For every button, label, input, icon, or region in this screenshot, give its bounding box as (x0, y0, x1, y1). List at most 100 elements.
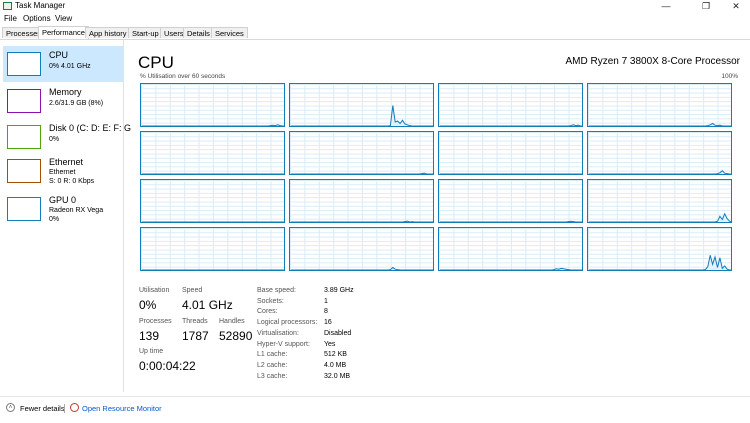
core-usage-line (589, 212, 733, 223)
sidebar-item-subtitle: Ethernet (49, 169, 76, 176)
sidebar-item-subtitle: 0% (49, 136, 60, 143)
uptime-value: 0:00:04:22 (139, 359, 196, 373)
restore-button[interactable]: ❐ (692, 0, 720, 13)
threads-value: 1787 (182, 329, 209, 343)
core-usage-line (291, 105, 434, 127)
close-button[interactable]: ✕ (722, 0, 750, 13)
spec-label: Virtualisation: (257, 329, 299, 337)
core-graph-2 (438, 83, 583, 127)
sidebar-item-disk[interactable]: Disk 0 (C: D: E: F: G 0% (3, 119, 131, 155)
sidebar-item-memory[interactable]: Memory 2.6/31.9 GB (8%) (3, 83, 123, 119)
resource-monitor-icon (70, 403, 79, 412)
core-graph-4 (140, 131, 285, 175)
spec-value: 512 KB (324, 351, 347, 359)
utilisation-value: 0% (139, 298, 157, 312)
core-graph-11 (587, 179, 733, 223)
spec-value: 4.0 MB (324, 361, 347, 369)
performance-sidebar: CPU 0% 4.01 GHz Memory 2.6/31.9 GB (8%) … (0, 40, 131, 392)
chevron-up-icon[interactable]: ˄ (6, 403, 15, 412)
core-usage-line (291, 172, 434, 175)
title-bar: Task Manager — ❐ ✕ (0, 0, 750, 13)
sidebar-item-title: GPU 0 (49, 195, 77, 205)
spec-label: Hyper-V support: (257, 340, 310, 348)
sidebar-item-title: CPU (49, 50, 69, 60)
core-graph-3 (587, 83, 732, 127)
sidebar-item-title: Disk 0 (C: D: E: F: G (49, 123, 132, 133)
menu-options[interactable]: Options (23, 14, 51, 23)
spec-value: 16 (324, 319, 332, 327)
core-graph-9 (289, 179, 434, 223)
core-graph-14 (438, 227, 583, 271)
cpu-detail-panel: CPU AMD Ryzen 7 3800X 8-Core Processor %… (124, 40, 750, 392)
spec-value: Yes (324, 340, 336, 348)
sidebar-item-title: Ethernet (49, 157, 84, 167)
core-graph-0 (140, 83, 285, 127)
utilisation-graph-max: 100% (721, 73, 738, 80)
core-usage-line (589, 170, 732, 175)
tab-performance[interactable]: Performance (38, 26, 89, 39)
core-usage-line (142, 124, 285, 127)
spec-value: Disabled (324, 329, 352, 337)
speed-label: Speed (182, 287, 203, 294)
uptime-label: Up time (139, 348, 164, 355)
gpu-mini-graph (7, 197, 41, 221)
core-graph-7 (587, 131, 732, 175)
handles-value: 52890 (219, 329, 253, 343)
utilisation-label: Utilisation (139, 287, 170, 294)
spec-label: Sockets: (257, 297, 284, 305)
sidebar-item-subtitle: 0% 4.01 GHz (49, 63, 91, 70)
core-graph-5 (289, 131, 434, 175)
core-usage-line (440, 220, 583, 223)
disk-mini-graph (7, 125, 41, 149)
memory-mini-graph (7, 89, 41, 113)
core-usage-line (291, 266, 434, 271)
core-usage-area (589, 213, 732, 222)
speed-value: 4.01 GHz (182, 298, 233, 312)
threads-label: Threads (182, 318, 208, 325)
spec-value: 3.89 GHz (324, 287, 354, 294)
fewer-details-link[interactable]: Fewer details (20, 404, 65, 413)
spec-label: L2 cache: (257, 361, 288, 369)
processes-value: 139 (139, 329, 160, 343)
spec-value: 32.0 MB (324, 372, 351, 380)
footer-bar: ˄ Fewer details Open Resource Monitor (0, 396, 750, 423)
processes-label: Processes (139, 318, 172, 325)
open-resource-monitor-link[interactable]: Open Resource Monitor (82, 404, 162, 413)
sidebar-item-gpu[interactable]: GPU 0 Radeon RX Vega 0% (3, 191, 123, 227)
processor-name: AMD Ryzen 7 3800X 8-Core Processor (565, 56, 740, 67)
utilisation-graph-label: % Utilisation over 60 seconds (140, 73, 226, 80)
spec-value: 1 (324, 297, 328, 305)
core-graph-1 (289, 83, 434, 127)
core-graph-15 (587, 227, 732, 271)
core-graph-10 (438, 179, 583, 223)
core-graph-12 (140, 227, 285, 271)
minimize-button[interactable]: — (652, 0, 680, 13)
sidebar-item-usage: 0% (49, 216, 60, 223)
sidebar-item-title: Memory (49, 87, 82, 97)
tab-services[interactable]: Services (211, 27, 248, 38)
core-graph-8 (140, 179, 285, 223)
sidebar-item-subtitle: Radeon RX Vega (49, 207, 104, 214)
sidebar-item-cpu[interactable]: CPU 0% 4.01 GHz (3, 46, 123, 82)
task-manager-icon (3, 2, 12, 10)
core-usage-line (291, 220, 434, 223)
tab-app-history[interactable]: App history (85, 27, 131, 38)
menu-file[interactable]: File (4, 14, 17, 23)
spec-value: 8 (324, 308, 328, 316)
spec-label: Base speed: (257, 287, 296, 294)
handles-label: Handles (219, 318, 245, 325)
tab-details[interactable]: Details (183, 27, 214, 38)
core-usage-area (291, 105, 434, 126)
window-title: Task Manager (15, 1, 66, 10)
sidebar-item-rate: S: 0 R: 0 Kbps (49, 178, 95, 185)
menu-view[interactable]: View (55, 14, 72, 23)
tab-start-up[interactable]: Start-up (128, 27, 163, 38)
core-graph-13 (289, 227, 434, 271)
sidebar-item-subtitle: 2.6/31.9 GB (8%) (49, 100, 104, 107)
spec-label: L1 cache: (257, 351, 288, 359)
ethernet-mini-graph (7, 159, 41, 183)
sidebar-item-ethernet[interactable]: Ethernet Ethernet S: 0 R: 0 Kbps (3, 153, 123, 189)
core-graph-6 (438, 131, 583, 175)
spec-label: Logical processors: (257, 319, 318, 327)
footer-divider (64, 404, 65, 413)
